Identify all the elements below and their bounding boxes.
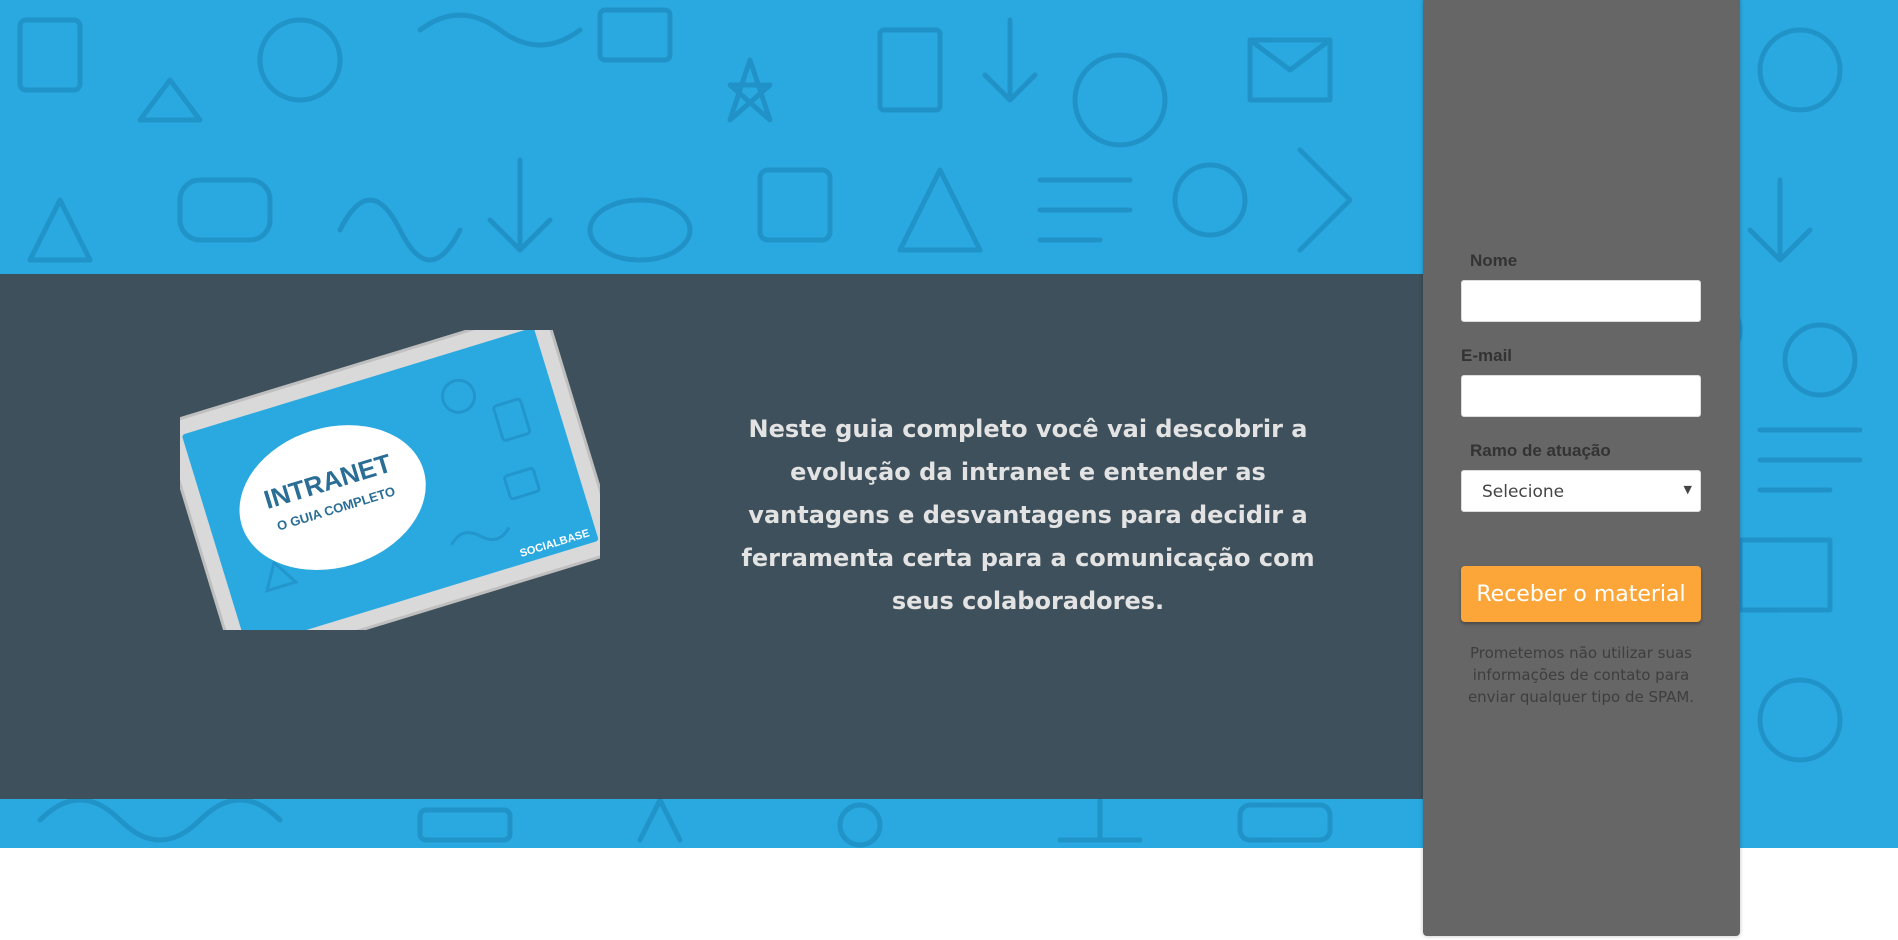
lead-form-sidebar: Nome E-mail Ramo de atuação Selecione ▼ … (1423, 0, 1740, 936)
privacy-note: Prometemos não utilizar suas informações… (1467, 644, 1695, 706)
dropdown-arrow-icon: ▼ (1683, 483, 1692, 496)
email-label: E-mail (1461, 346, 1513, 365)
industry-selected-value: Selecione (1482, 482, 1565, 502)
ebook-description: Neste guia completo você vai descobrir a… (741, 415, 1315, 615)
industry-label: Ramo de atuação (1470, 441, 1611, 460)
ebook-tablet-image: INTRANET O GUIA COMPLETO SOCIALBASE (180, 330, 600, 630)
industry-select[interactable]: Selecione ▼ (1461, 470, 1701, 512)
email-input[interactable] (1461, 375, 1701, 417)
submit-button[interactable]: Receber o material (1461, 566, 1701, 622)
name-label: Nome (1470, 251, 1518, 270)
name-input[interactable] (1461, 280, 1701, 322)
